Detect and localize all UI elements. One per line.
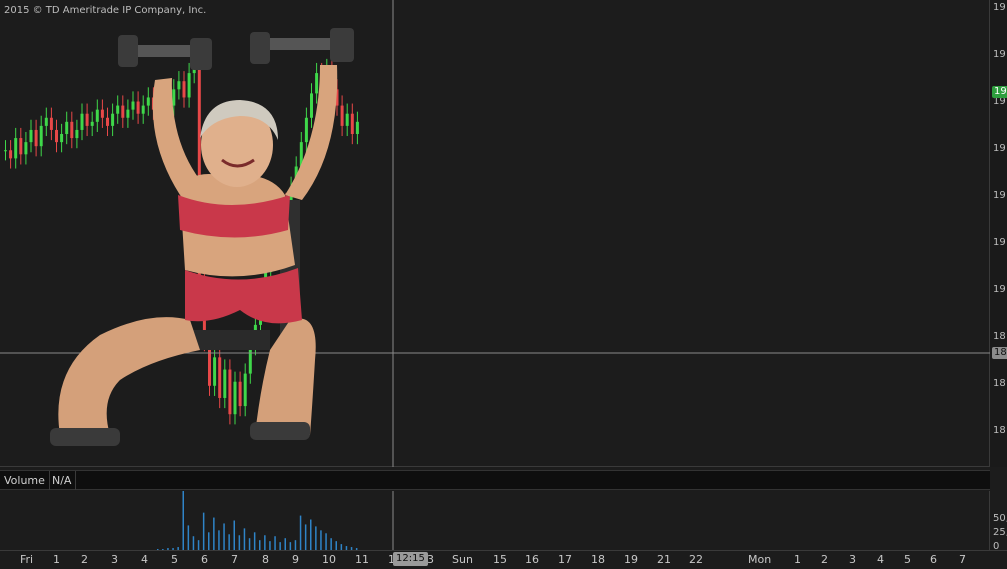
price-tick: 19: [993, 143, 1006, 154]
price-tick: 19: [993, 2, 1006, 13]
volume-bar: [259, 540, 261, 550]
time-label: Mon: [748, 553, 772, 566]
time-label: 4: [141, 553, 148, 566]
time-label: 3: [111, 553, 118, 566]
time-label: 15: [493, 553, 507, 566]
volume-bar: [202, 512, 205, 550]
volume-tick: 0: [993, 541, 1000, 550]
time-label: 7: [231, 553, 238, 566]
time-label: 16: [525, 553, 539, 566]
time-label: 4: [877, 553, 884, 566]
volume-bar: [208, 532, 210, 550]
volume-bar: [299, 515, 302, 550]
volume-chart-panel[interactable]: [0, 491, 990, 550]
time-axis[interactable]: Fri 1 2 3 4 5 6 7 8 9 10 11 1 3 Sun 15 1…: [0, 550, 1007, 569]
time-label: 19: [624, 553, 638, 566]
volume-bar: [248, 538, 251, 550]
volume-bar: [274, 536, 276, 550]
time-label: 9: [292, 553, 299, 566]
candle-body: [19, 138, 23, 155]
volume-bar: [213, 517, 215, 550]
volume-bar: [192, 536, 195, 550]
time-label: Fri: [20, 553, 34, 566]
time-label: 7: [959, 553, 966, 566]
candle-body: [34, 129, 38, 147]
time-label: 21: [657, 553, 671, 566]
time-label: 2: [81, 553, 88, 566]
price-tick: 19: [993, 284, 1006, 295]
volume-chart-canvas[interactable]: [0, 491, 990, 550]
volume-bar: [218, 530, 220, 550]
price-axis[interactable]: 19 19 19 19 19 19 19 18 18 18 19 18: [990, 0, 1007, 467]
last-price-tag: 19: [992, 86, 1007, 98]
time-label: 6: [201, 553, 208, 566]
volume-bar: [335, 541, 337, 550]
price-chart-panel[interactable]: 2015 © TD Ameritrade IP Company, Inc.: [0, 0, 990, 467]
volume-study-label[interactable]: Volume: [0, 471, 50, 490]
volume-bar: [325, 533, 327, 550]
volume-bar: [264, 535, 266, 550]
volume-bar: [330, 538, 332, 550]
volume-bar: [304, 524, 307, 550]
volume-bar: [187, 525, 190, 550]
candle-body: [29, 129, 33, 143]
volume-bar: [284, 538, 286, 550]
time-label: 10: [322, 553, 336, 566]
time-label: 1: [794, 553, 801, 566]
volume-tick: 50,: [993, 513, 1007, 524]
time-label: 3: [427, 553, 434, 566]
volume-bar: [279, 542, 281, 550]
volume-bar: [223, 523, 225, 550]
volume-bar: [253, 532, 256, 550]
candle-body: [9, 150, 13, 159]
volume-bar: [320, 530, 322, 550]
volume-study-header: Volume N/A: [0, 470, 990, 490]
price-tick: 18: [993, 378, 1006, 389]
time-label: 22: [689, 553, 703, 566]
price-tick: 19: [993, 190, 1006, 201]
volume-bar: [197, 540, 200, 550]
volume-bar: [228, 534, 230, 550]
time-label: 2: [821, 553, 828, 566]
time-label: 3: [849, 553, 856, 566]
copyright-text: 2015 © TD Ameritrade IP Company, Inc.: [4, 5, 207, 16]
time-label: 1: [53, 553, 60, 566]
volume-bar: [269, 541, 271, 550]
candle-body: [4, 150, 7, 152]
price-tick: 19: [993, 237, 1006, 248]
time-label: Sun: [452, 553, 473, 566]
volume-bar: [243, 528, 246, 550]
cursor-time-tag: 12:15: [393, 552, 428, 566]
volume-value: N/A: [48, 471, 77, 490]
volume-bar: [233, 520, 235, 550]
price-tick: 19: [993, 49, 1006, 60]
cursor-price-tag: 18: [992, 347, 1007, 359]
candle-body: [14, 138, 18, 159]
time-label: 5: [904, 553, 911, 566]
volume-bar: [182, 491, 184, 550]
volume-bar: [294, 540, 297, 550]
volume-tick: 25,: [993, 527, 1007, 538]
volume-bar: [310, 519, 312, 550]
time-label: 5: [171, 553, 178, 566]
time-label: 11: [355, 553, 369, 566]
time-label: 18: [591, 553, 605, 566]
time-label: 6: [930, 553, 937, 566]
volume-bar: [238, 535, 241, 550]
price-tick: 18: [993, 425, 1006, 436]
volume-bar: [289, 542, 292, 550]
woman-lifting-dumbbells-image: [50, 28, 354, 446]
time-label: 17: [558, 553, 572, 566]
candle-body: [24, 142, 28, 155]
time-label: 8: [262, 553, 269, 566]
volume-bar: [315, 526, 317, 550]
volume-axis: 50, 25, 0: [990, 491, 1007, 550]
price-tick: 18: [993, 331, 1006, 342]
